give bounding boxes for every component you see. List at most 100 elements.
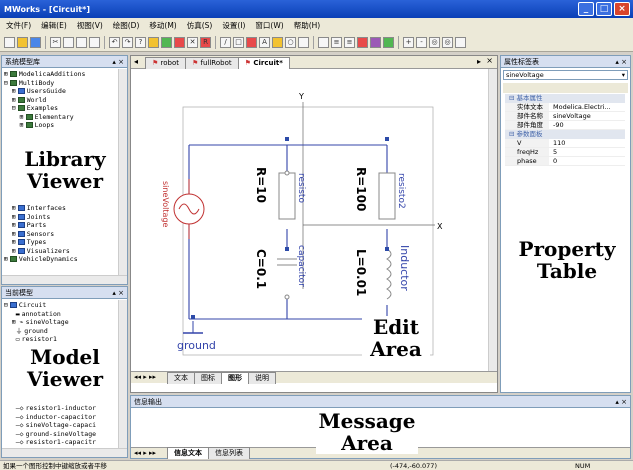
property-row[interactable]: 部件名称 sineVoltage <box>505 112 625 121</box>
tab-doc[interactable]: 说明 <box>248 372 276 384</box>
view-tab-nav-icon[interactable]: ◂◂ ▸ ▸▸ <box>134 373 156 381</box>
tree-item[interactable]: ⏚ ground <box>4 327 69 336</box>
new-file-icon[interactable] <box>4 36 15 48</box>
menu-help[interactable]: 帮助(H) <box>294 20 321 31</box>
pan-icon[interactable] <box>455 36 466 48</box>
component-select[interactable]: sineVoltage ▾ <box>503 70 628 80</box>
library-scrollbar[interactable] <box>118 69 127 276</box>
property-row[interactable]: 部件角度 -90 <box>505 121 625 130</box>
translate-icon[interactable] <box>161 36 172 48</box>
tree-item[interactable]: ⊞ Interfaces <box>4 204 78 213</box>
tab-icon[interactable]: 图标 <box>194 372 222 384</box>
close-icon[interactable]: × <box>614 2 630 16</box>
undo-icon[interactable]: ↶ <box>109 36 120 48</box>
tree-item[interactable]: ⊞ Joints <box>4 213 78 222</box>
tree-item[interactable]: ⊟ MultiBody <box>4 79 85 88</box>
tree-item[interactable]: –◇ resistor1-capacitr <box>4 438 96 447</box>
tree-item[interactable]: ⊟ Examples <box>4 104 85 113</box>
tree-item[interactable]: ⊞ Elementary <box>4 113 85 122</box>
pen-icon[interactable] <box>318 36 329 48</box>
tree-item[interactable]: ▬ annotation <box>4 310 69 319</box>
tab-message-list[interactable]: 信息列表 <box>208 447 250 459</box>
line-style-icon[interactable]: ≡ <box>331 36 342 48</box>
menu-window[interactable]: 窗口(W) <box>255 20 283 31</box>
redo-icon[interactable]: ↷ <box>122 36 133 48</box>
text-tool-icon[interactable]: A <box>259 36 270 48</box>
line-tool-icon[interactable]: / <box>220 36 231 48</box>
tab-diagram[interactable]: 图形 <box>221 372 249 384</box>
menu-draw[interactable]: 绘图(D) <box>113 20 140 31</box>
menu-view[interactable]: 视图(V) <box>77 20 103 31</box>
print-icon[interactable] <box>89 36 100 48</box>
param-row[interactable]: phase 0 <box>505 157 625 166</box>
simulate-icon[interactable] <box>174 36 185 48</box>
tab-text[interactable]: 文本 <box>167 372 195 384</box>
edit-area[interactable]: ◂ ⚑ robot ⚑ fullRobot ⚑ Circuit* ▸ × Y X… <box>130 55 498 393</box>
tree-item[interactable]: ⊞ Visualizers <box>4 247 78 256</box>
tree-item[interactable]: ⊞ Loops <box>4 121 85 130</box>
tab-scroll-left-icon[interactable]: ◂ <box>134 57 138 66</box>
maximize-icon[interactable]: □ <box>596 2 612 16</box>
rect-tool-icon[interactable]: □ <box>233 36 244 48</box>
tree-item[interactable]: ⊞ ⌁ sineVoltage <box>4 318 69 327</box>
tab-robot[interactable]: ⚑ robot <box>145 57 186 69</box>
tab-scroll-right-icon[interactable]: ▸ <box>477 57 481 66</box>
param-row[interactable]: freqHz 5 <box>505 148 625 157</box>
tree-item[interactable]: ⊞ Parts <box>4 221 78 230</box>
tree-item[interactable]: ⊞ Types <box>4 238 78 247</box>
tree-item[interactable]: –◇ inductor-capacitor <box>4 413 96 422</box>
edit-vscrollbar[interactable] <box>488 69 497 381</box>
ellipse-tool-icon[interactable]: ○ <box>285 36 296 48</box>
zoom-in-icon[interactable]: + <box>403 36 414 48</box>
zoom-fit-icon[interactable]: ◎ <box>429 36 440 48</box>
tab-close-icon[interactable]: × <box>486 56 493 65</box>
y-axis-label: Y <box>298 92 304 101</box>
library-hscrollbar[interactable] <box>2 275 127 284</box>
minimize-icon[interactable]: _ <box>578 2 594 16</box>
fill-style-icon[interactable]: ≡ <box>344 36 355 48</box>
open-folder-icon[interactable] <box>17 36 28 48</box>
menu-settings[interactable]: 设置(I) <box>222 20 245 31</box>
filled-rect-icon[interactable] <box>246 36 257 48</box>
tree-item[interactable]: ⊞ World <box>4 96 85 105</box>
tree-item[interactable]: –◇ sineVoltage-capaci <box>4 421 96 430</box>
menu-file[interactable]: 文件(F) <box>6 20 31 31</box>
tab-message-text[interactable]: 信息文本 <box>167 447 209 459</box>
cut-icon[interactable]: ✂ <box>50 36 61 48</box>
save-icon[interactable] <box>30 36 41 48</box>
line-color-icon[interactable] <box>357 36 368 48</box>
inductor-value: L=0.01 <box>354 249 368 296</box>
polygon-tool-icon[interactable] <box>272 36 283 48</box>
paste-icon[interactable] <box>76 36 87 48</box>
tree-item[interactable]: ⊞ UsersGuide <box>4 87 85 96</box>
model-hscrollbar[interactable] <box>2 448 127 457</box>
tab-circuit[interactable]: ⚑ Circuit* <box>237 57 290 69</box>
copy-icon[interactable] <box>63 36 74 48</box>
tree-item[interactable]: –◇ resistor1-inductor <box>4 404 96 413</box>
stop-icon[interactable]: ✕ <box>187 36 198 48</box>
fill-color-icon[interactable] <box>370 36 381 48</box>
menu-simulate[interactable]: 仿真(S) <box>187 20 213 31</box>
param-row[interactable]: V 110 <box>505 139 625 148</box>
arrow-style-icon[interactable] <box>383 36 394 48</box>
tree-item[interactable]: ▭ resistor1 <box>4 335 69 344</box>
zoom-icon[interactable]: ◎ <box>442 36 453 48</box>
tree-item[interactable]: ⊟ Circuit <box>4 301 69 310</box>
model-scrollbar[interactable] <box>118 300 127 449</box>
tab-fullrobot[interactable]: ⚑ fullRobot <box>185 57 239 69</box>
tree-item[interactable]: –◇ ground-sineVoltage <box>4 430 96 439</box>
zoom-out-icon[interactable]: - <box>416 36 427 48</box>
message-tab-nav-icon[interactable]: ◂◂ ▸ ▸▸ <box>134 449 156 457</box>
result-icon[interactable]: R <box>200 36 211 48</box>
tree-item[interactable]: ⊞ VehicleDynamics <box>4 255 78 264</box>
property-group-params[interactable]: ⊟ 参数面板 <box>505 130 625 139</box>
tree-item[interactable]: ⊞ ModelicaAdditions <box>4 70 85 79</box>
property-row[interactable]: 实体文本 Modelica.Electri... <box>505 103 625 112</box>
tree-item[interactable]: ⊞ Sensors <box>4 230 78 239</box>
help-icon[interactable]: ? <box>135 36 146 48</box>
menu-edit[interactable]: 编辑(E) <box>41 20 67 31</box>
image-tool-icon[interactable] <box>298 36 309 48</box>
menu-move[interactable]: 移动(M) <box>149 20 176 31</box>
check-icon[interactable] <box>148 36 159 48</box>
property-group-basic[interactable]: ⊟ 基本属性 <box>505 94 625 103</box>
